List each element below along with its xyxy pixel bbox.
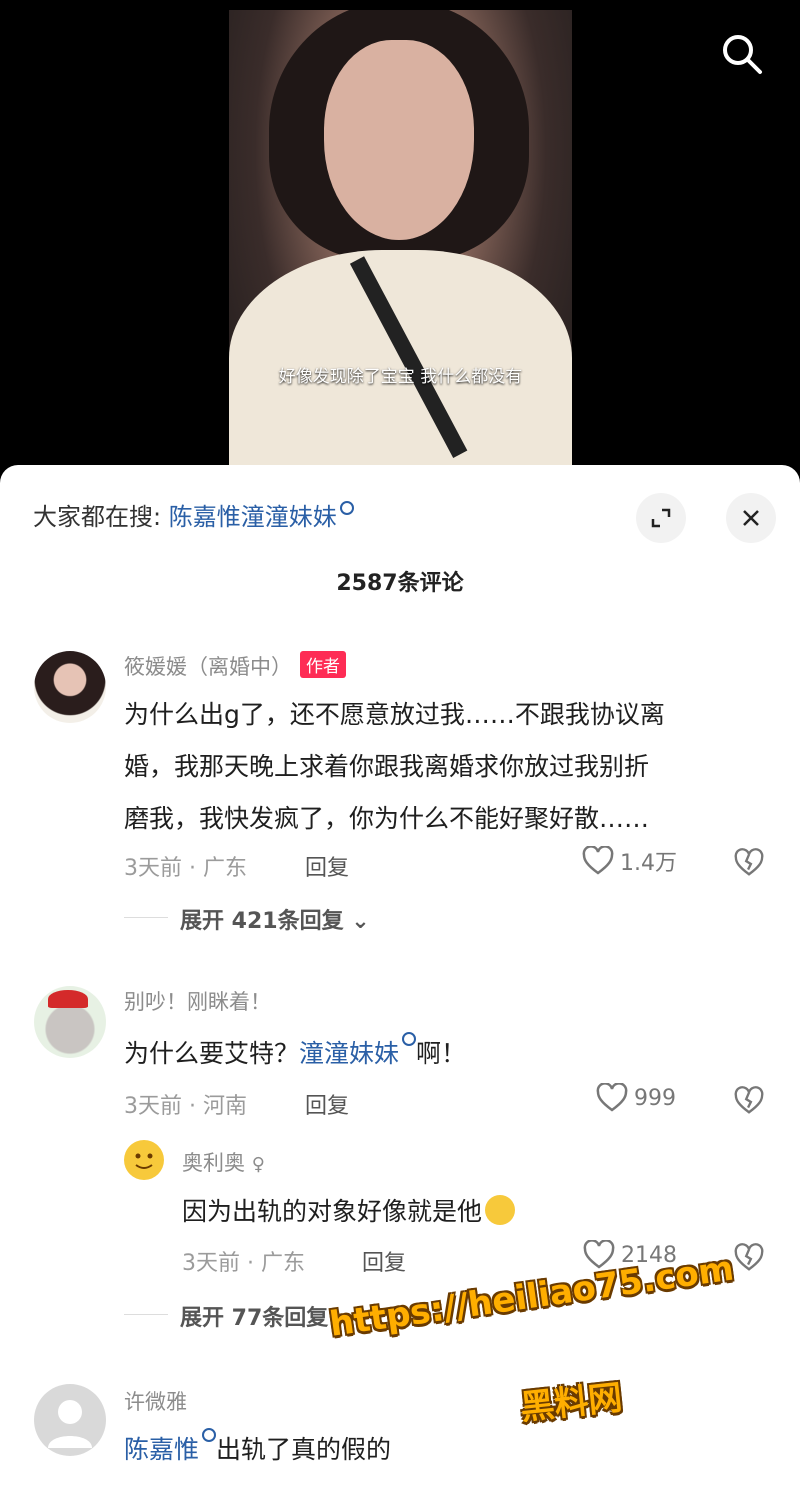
expand-replies-label: 展开 421条回复 [180,909,344,934]
expand-button[interactable] [636,493,686,543]
like-button[interactable]: 999 [596,1083,676,1113]
video-player[interactable]: 好像发现除了宝宝 我什么都没有 [0,0,800,480]
comment-text: 为什么出g了，还不愿意放过我……不跟我协议离 婚，我那天晚上求着你跟我离婚求你放… [124,689,665,845]
dislike-button[interactable] [734,1243,764,1273]
video-face [324,40,474,240]
comment-text-suffix: 出轨了真的假的 [216,1435,392,1464]
search-small-icon [202,1428,217,1442]
like-button[interactable]: 1.4万 [582,845,677,877]
comment-line: 婚，我那天晚上求着你跟我离婚求你放过我别折 [124,752,650,781]
trending-search-keyword[interactable]: 陈嘉惟潼潼妹妹 [169,503,337,531]
author-badge: 作者 [300,651,346,678]
search-small-icon [339,501,354,515]
close-button[interactable] [726,493,776,543]
reply-button[interactable]: 回复 [362,1245,406,1277]
reply-author[interactable]: 奥利奥 ♀ [182,1147,265,1177]
avatar[interactable] [34,651,106,723]
santa-hat [48,990,88,1008]
divider [124,1314,168,1315]
reply-text-content: 因为出轨的对象好像就是他 [182,1197,483,1226]
comment-text-prefix: 为什么要艾特？ [124,1039,300,1068]
comment-author-name[interactable]: 别吵！刚眯着！ [124,986,271,1016]
avatar[interactable] [34,1384,106,1456]
comment-text: 陈嘉惟 出轨了真的假的 [124,1424,391,1476]
avatar[interactable] [124,1140,164,1180]
expand-replies-label: 展开 77条回复 [180,1306,329,1331]
chevron-down-icon: ⌄ [351,909,370,934]
gender-icon: ♀ [251,1154,265,1175]
like-count: 1.4万 [620,851,677,876]
comment-meta: 3天前 · 河南 [124,1094,247,1119]
video-caption: 好像发现除了宝宝 我什么都没有 [278,367,523,387]
broken-heart-icon [734,1086,764,1114]
comment-line: 为什么出g了，还不愿意放过我……不跟我协议离 [124,700,665,729]
comment-author-name: 筱媛媛（离婚中） [124,655,292,679]
expand-replies[interactable]: 展开 421条回复 ⌄ [180,903,370,935]
crying-emoji-icon [485,1195,516,1225]
mention-link[interactable]: 陈嘉惟 [124,1435,199,1464]
reply-author-name: 奥利奥 [182,1151,245,1175]
dislike-button[interactable] [734,848,764,878]
comment-author[interactable]: 筱媛媛（离婚中） 作者 [124,651,346,681]
dislike-button[interactable] [734,1086,764,1116]
search-icon[interactable] [718,30,766,78]
heart-icon [596,1083,628,1112]
search-small-icon [402,1032,417,1046]
reply-text: 因为出轨的对象好像就是他 [182,1186,516,1238]
video-frame: 好像发现除了宝宝 我什么都没有 [229,10,572,480]
comment-count: 2587条评论 [336,571,464,596]
avatar[interactable] [34,986,106,1058]
expand-icon [651,508,671,528]
broken-heart-icon [734,1243,764,1271]
reply-button[interactable]: 回复 [305,850,349,882]
default-avatar-icon [48,1400,92,1448]
comment-text-suffix: 啊！ [416,1039,467,1068]
broken-heart-icon [734,848,764,876]
comment-line: 磨我，我快发疯了，你为什么不能好聚好散…… [124,804,650,833]
reply-meta: 3天前 · 广东 [182,1251,305,1276]
mention-link[interactable]: 潼潼妹妹 [299,1039,399,1068]
trending-search-prefix: 大家都在搜: [33,503,162,531]
trending-search[interactable]: 大家都在搜: 陈嘉惟潼潼妹妹 [33,497,354,532]
comment-text: 为什么要艾特？潼潼妹妹 啊！ [124,1028,466,1080]
close-icon [743,510,759,526]
heart-icon [582,846,614,875]
like-count: 999 [634,1085,676,1111]
reply-button[interactable]: 回复 [305,1088,349,1120]
smiley-icon [135,1153,153,1169]
comment-author-name[interactable]: 许微雅 [124,1386,187,1416]
divider [124,917,168,918]
comment-meta: 3天前 · 广东 [124,856,247,881]
comment-sheet: 大家都在搜: 陈嘉惟潼潼妹妹 2587条评论 筱媛媛（离婚中） 作者 为什么出g了… [0,465,800,1501]
